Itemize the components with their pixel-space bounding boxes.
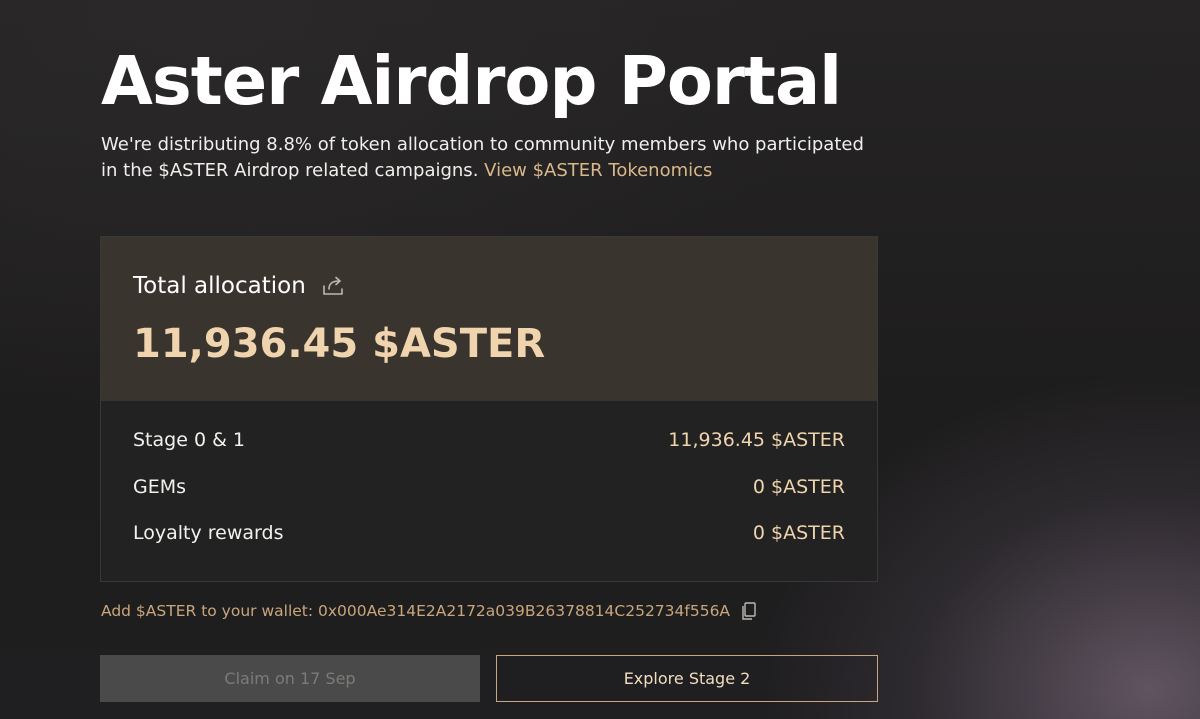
add-to-wallet-text: Add $ASTER to your wallet: 0x000Ae314E2A… <box>101 602 731 620</box>
claim-button[interactable]: Claim on 17 Sep <box>100 655 480 702</box>
page-title: Aster Airdrop Portal <box>101 42 842 120</box>
intro-line-2-text: in the $ASTER Airdrop related campaigns. <box>101 160 479 181</box>
breakdown-value: 11,936.45 $ASTER <box>668 429 845 451</box>
add-to-wallet-row: Add $ASTER to your wallet: 0x000Ae314E2A… <box>101 599 758 623</box>
copy-icon[interactable] <box>740 601 758 621</box>
intro-line-1: We're distributing 8.8% of token allocat… <box>101 134 864 155</box>
breakdown-row-stage: Stage 0 & 1 11,936.45 $ASTER <box>133 427 845 474</box>
share-icon[interactable] <box>320 273 346 299</box>
breakdown-value: 0 $ASTER <box>752 522 845 544</box>
total-allocation-amount: 11,936.45 $ASTER <box>133 321 546 367</box>
allocation-summary: Total allocation 11,936.45 $ASTER <box>101 237 877 401</box>
allocation-card: Total allocation 11,936.45 $ASTER Stage … <box>100 236 878 582</box>
intro-text: We're distributing 8.8% of token allocat… <box>101 132 901 184</box>
breakdown-value: 0 $ASTER <box>752 475 845 498</box>
breakdown-label: Loyalty rewards <box>133 522 284 544</box>
total-allocation-header: Total allocation <box>133 271 346 301</box>
explore-stage-2-button[interactable]: Explore Stage 2 <box>496 655 878 702</box>
allocation-breakdown: Stage 0 & 1 11,936.45 $ASTER GEMs 0 $AST… <box>133 427 845 567</box>
breakdown-row-loyalty: Loyalty rewards 0 $ASTER <box>133 520 845 567</box>
intro-line-2: in the $ASTER Airdrop related campaigns.… <box>101 158 901 184</box>
breakdown-label: Stage 0 & 1 <box>133 429 246 451</box>
breakdown-label: GEMs <box>133 475 187 498</box>
total-allocation-label: Total allocation <box>133 273 306 299</box>
breakdown-row-gems: GEMs 0 $ASTER <box>133 474 845 521</box>
tokenomics-link[interactable]: View $ASTER Tokenomics <box>484 160 712 181</box>
